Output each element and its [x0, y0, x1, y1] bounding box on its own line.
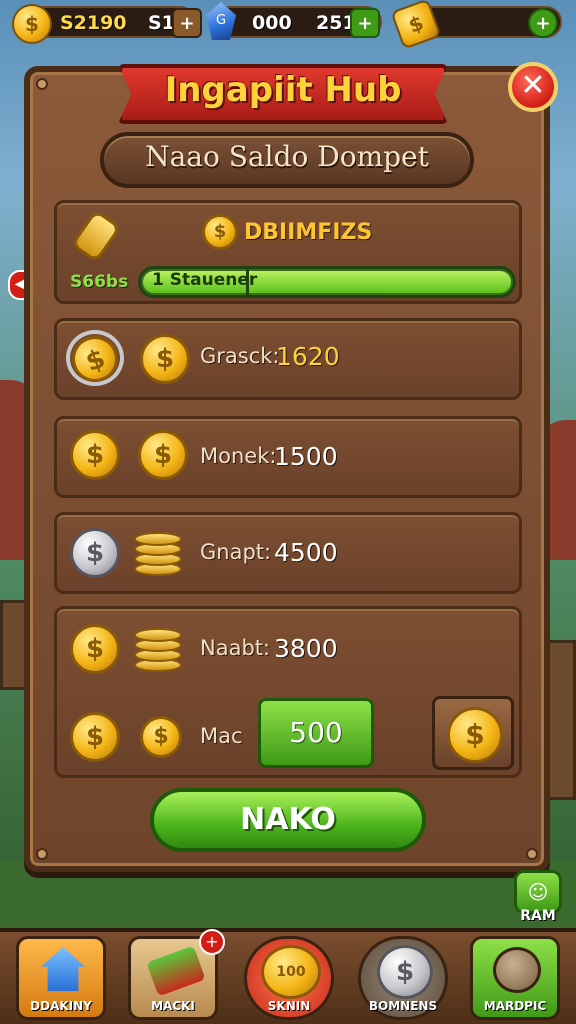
row-label: Grasck: — [200, 344, 280, 368]
nav-button-sknin[interactable]: 100 SKNIN — [244, 936, 334, 1020]
coin-counter: $ S2190 S1 + — [12, 4, 202, 44]
nav-label: BOMNENS — [368, 999, 438, 1013]
hammer-icon — [146, 945, 206, 997]
nav-button-ddakiny[interactable]: DDAKINY — [16, 936, 106, 1020]
coin-icon: 100 — [261, 945, 321, 999]
coin-icon: $ — [140, 334, 190, 384]
coin-icon: $ — [70, 624, 120, 674]
row-value: 1620 — [276, 342, 340, 371]
side-widget-label: RAM — [520, 908, 556, 924]
panel-title: Ingapiit Hub — [164, 70, 402, 110]
coin-icon: $ — [447, 707, 503, 763]
notification-badge: + — [199, 929, 225, 955]
cash-icon: $ — [390, 0, 442, 50]
nav-label: MACKI — [151, 999, 195, 1013]
silver-coin-icon: $ — [377, 945, 433, 999]
silver-coin-icon: $ — [70, 528, 120, 578]
nav-label: MARDPIC — [483, 999, 547, 1013]
confirm-button[interactable]: NAKO — [150, 788, 426, 852]
nav-label: SKNIN — [267, 999, 311, 1013]
progress-left-label: S66bs — [70, 272, 129, 292]
background-crate — [546, 640, 576, 800]
coin-icon: $ — [138, 430, 188, 480]
coin-icon: $ — [140, 716, 182, 758]
coin-icon: $ — [70, 430, 120, 480]
panel-subtitle: Naao Saldo Dompet — [145, 140, 429, 173]
progress-header: DBIIMFIZS — [244, 220, 373, 245]
panel-bolt — [526, 848, 538, 860]
gem-counter: 000 251 + — [214, 6, 382, 38]
coin-sub-value: S1 — [148, 12, 175, 34]
coin-icon: $ — [202, 214, 238, 250]
add-cash-button[interactable]: + — [528, 8, 558, 38]
coin-icon: $ — [70, 712, 120, 762]
panel-bolt — [36, 78, 48, 90]
resource-bar: $ S2190 S1 + 000 251 + G $ + — [0, 0, 576, 50]
row-value: 3800 — [274, 634, 338, 663]
gem-value: 000 — [252, 12, 292, 34]
creature-icon — [493, 947, 541, 993]
close-button[interactable]: ✕ — [508, 62, 558, 112]
coin-stack-icon — [134, 526, 182, 576]
nav-button-mardpic[interactable]: MARDPIC — [470, 936, 560, 1020]
house-icon — [41, 947, 85, 991]
row-label: Naabt: — [200, 636, 271, 660]
coin-button[interactable]: $ — [432, 696, 514, 770]
progress-text: 1 Stauener — [152, 270, 258, 290]
coin-icon: $ — [12, 4, 52, 44]
nav-label: DDAKINY — [30, 999, 92, 1013]
cash-counter: $ + — [390, 0, 562, 50]
nav-button-macki[interactable]: + MACKI — [128, 929, 225, 1020]
row-value: 4500 — [274, 538, 338, 567]
amount-button[interactable]: 500 — [258, 698, 374, 768]
coin-stack-icon — [134, 622, 182, 672]
nav-button-bomnens[interactable]: $ BOMNENS — [358, 936, 448, 1020]
add-coins-button[interactable]: + — [172, 8, 202, 38]
row-value: 1500 — [274, 442, 338, 471]
panel-bolt — [36, 848, 48, 860]
coin-value: S2190 — [60, 12, 127, 34]
row-label: Gnapt: — [200, 540, 272, 564]
add-gems-button[interactable]: + — [350, 8, 380, 38]
row-label: Monek: — [200, 444, 277, 468]
row-label: Mac — [200, 724, 243, 748]
